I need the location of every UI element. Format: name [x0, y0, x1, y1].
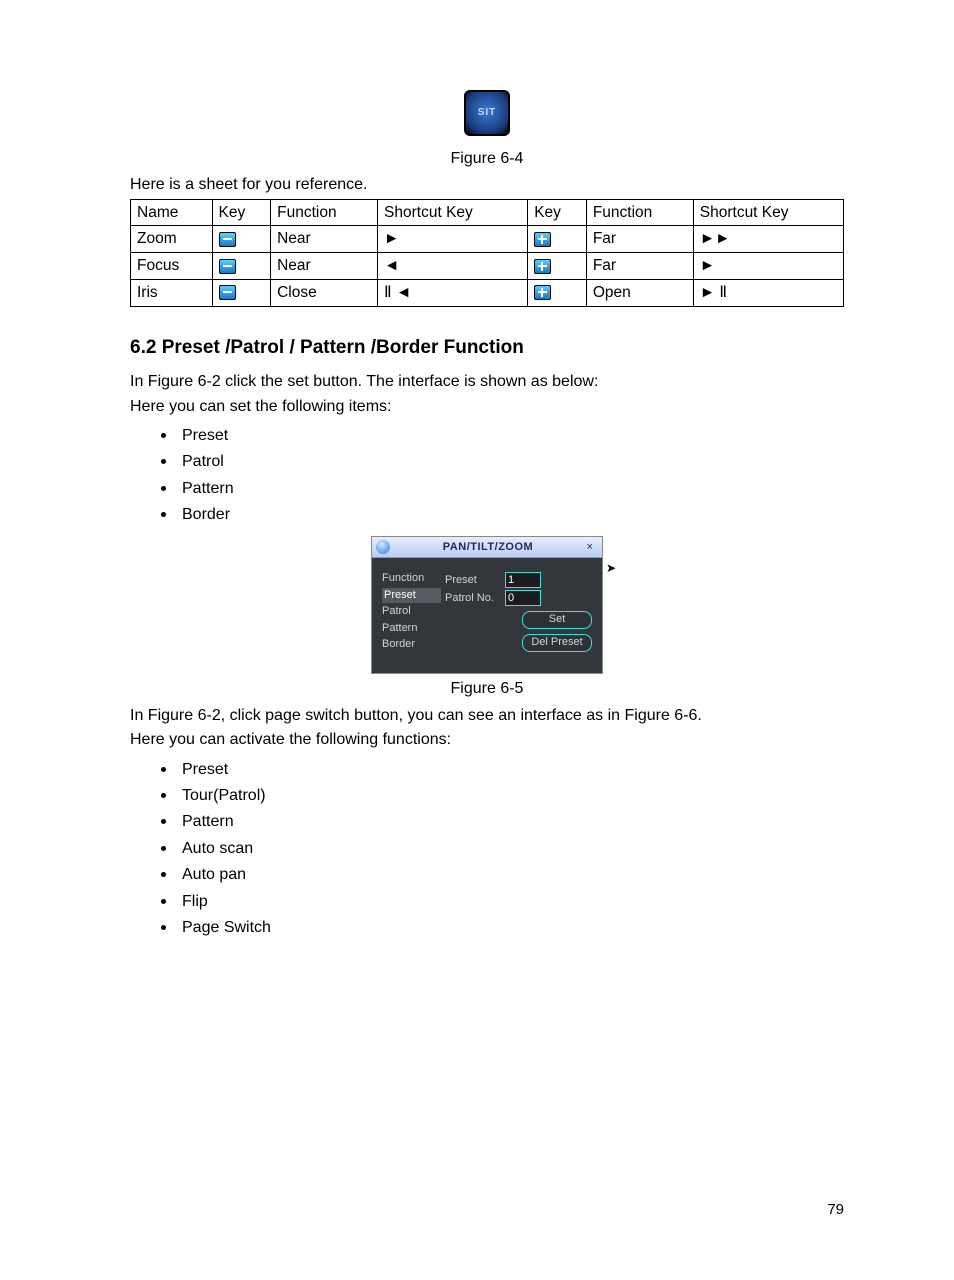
list-item: Patrol: [178, 448, 844, 473]
para-set-items: Here you can set the following items:: [130, 396, 844, 418]
cell-key-icon: [212, 253, 271, 280]
cell-fn: Close: [271, 279, 378, 306]
patrolno-label: Patrol No.: [445, 591, 505, 606]
list-item: Page Switch: [178, 914, 844, 939]
th-key1: Key: [212, 199, 271, 226]
list-item: Auto scan: [178, 835, 844, 860]
function-item-label: Preset: [382, 588, 441, 603]
list-item: Preset: [178, 756, 844, 781]
cell-fn: Far: [586, 253, 693, 280]
table-row: Focus Near ◄ Far ►: [131, 253, 844, 280]
figure-6-5-caption: Figure 6-5: [130, 678, 844, 700]
th-name: Name: [131, 199, 213, 226]
list-item: Auto pan: [178, 861, 844, 886]
function-item-preset[interactable]: Preset: [382, 588, 437, 603]
cell-shortcut: ◄: [378, 253, 528, 280]
th-fn2: Function: [586, 199, 693, 226]
close-icon[interactable]: ×: [582, 540, 598, 555]
page-number: 79: [130, 1199, 844, 1220]
cell-shortcut: ► Ⅱ: [693, 279, 843, 306]
patrolno-input[interactable]: [505, 590, 541, 606]
preset-label: Preset: [445, 573, 505, 588]
reference-table: Name Key Function Shortcut Key Key Funct…: [130, 199, 844, 307]
ptz-title-text: PAN/TILT/ZOOM: [394, 540, 582, 555]
del-preset-button[interactable]: Del Preset: [522, 634, 592, 652]
th-sk2: Shortcut Key: [693, 199, 843, 226]
minus-icon: [219, 232, 236, 247]
cell-key-icon: [528, 253, 587, 280]
ptz-dialog: PAN/TILT/ZOOM × ➤ Function Preset Patrol…: [371, 536, 603, 674]
table-row: Zoom Near ► Far ►►: [131, 226, 844, 253]
cell-shortcut: ►: [378, 226, 528, 253]
cell-fn: Near: [271, 253, 378, 280]
cell-fn: Far: [586, 226, 693, 253]
list-item: Border: [178, 501, 844, 526]
list-item: Pattern: [178, 475, 844, 500]
plus-icon: [534, 232, 551, 247]
function-item-border[interactable]: Border: [382, 637, 437, 652]
cursor-icon: ➤: [606, 560, 616, 577]
set-button[interactable]: Set: [522, 611, 592, 629]
para-activate-functions: Here you can activate the following func…: [130, 729, 844, 751]
cell-name: Zoom: [131, 226, 213, 253]
figure-6-4-caption: Figure 6-4: [130, 148, 844, 170]
sheet-intro: Here is a sheet for you reference.: [130, 174, 844, 196]
cell-fn: Near: [271, 226, 378, 253]
cell-fn: Open: [586, 279, 693, 306]
cell-shortcut: ►►: [693, 226, 843, 253]
cell-key-icon: [212, 279, 271, 306]
set-items-list: Preset Patrol Pattern Border: [178, 422, 844, 527]
ptz-title-bar: PAN/TILT/ZOOM ×: [372, 537, 602, 558]
para-activate-interface: In Figure 6-2, click page switch button,…: [130, 705, 844, 727]
cell-shortcut: Ⅱ ◄: [378, 279, 528, 306]
list-item: Pattern: [178, 808, 844, 833]
minus-icon: [219, 285, 236, 300]
list-item: Preset: [178, 422, 844, 447]
th-fn1: Function: [271, 199, 378, 226]
function-header: Function: [382, 571, 437, 586]
cell-key-icon: [528, 279, 587, 306]
plus-icon: [534, 259, 551, 274]
section-heading: 6.2 Preset /Patrol / Pattern /Border Fun…: [130, 335, 844, 362]
plus-icon: [534, 285, 551, 300]
function-item-patrol[interactable]: Patrol: [382, 604, 437, 619]
list-item: Tour(Patrol): [178, 782, 844, 807]
cell-name: Iris: [131, 279, 213, 306]
th-key2: Key: [528, 199, 587, 226]
ptz-orb-icon: [376, 540, 390, 554]
para-set-interface: In Figure 6-2 click the set button. The …: [130, 371, 844, 393]
list-item: Flip: [178, 888, 844, 913]
cell-key-icon: [528, 226, 587, 253]
table-row: Iris Close Ⅱ ◄ Open ► Ⅱ: [131, 279, 844, 306]
minus-icon: [219, 259, 236, 274]
cell-name: Focus: [131, 253, 213, 280]
function-item-pattern[interactable]: Pattern: [382, 621, 437, 636]
sit-button[interactable]: SIT: [464, 90, 510, 136]
cell-shortcut: ►: [693, 253, 843, 280]
preset-input[interactable]: [505, 572, 541, 588]
activate-functions-list: Preset Tour(Patrol) Pattern Auto scan Au…: [178, 756, 844, 940]
th-sk1: Shortcut Key: [378, 199, 528, 226]
cell-key-icon: [212, 226, 271, 253]
